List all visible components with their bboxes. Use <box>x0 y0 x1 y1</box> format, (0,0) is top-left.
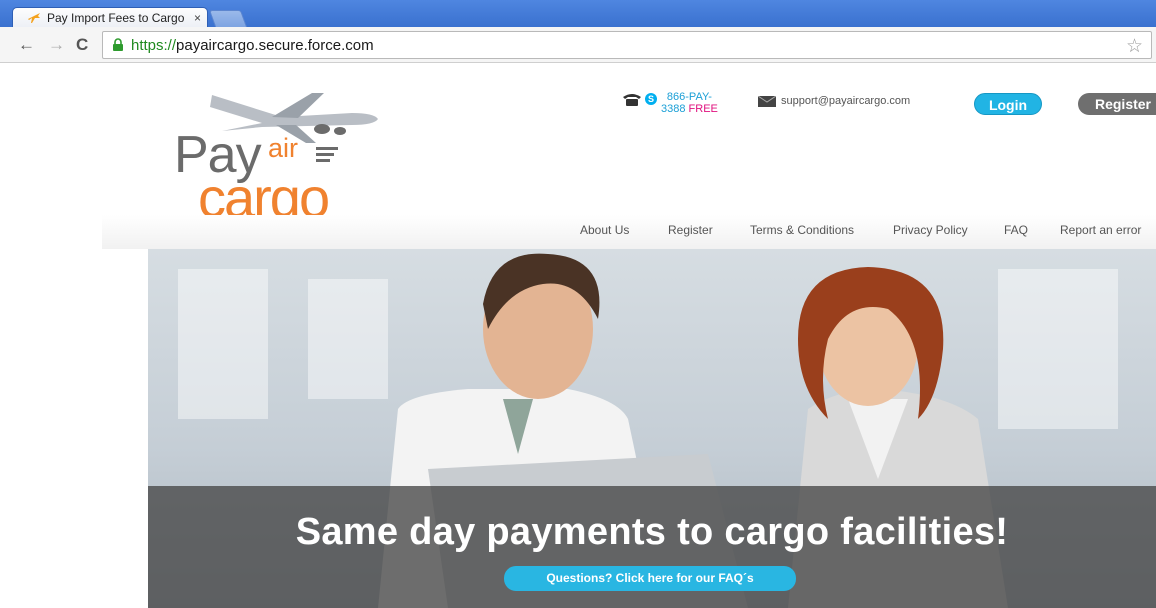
url-scheme: https:// <box>131 36 177 54</box>
phone-line-2: 3388 <box>661 103 686 115</box>
phone-contact: S 866-PAY- 3388 FREE <box>622 91 718 115</box>
payaircargo-logo[interactable]: Pay air cargo <box>168 87 388 229</box>
logo-air-text: air <box>268 133 299 163</box>
faq-cta-button[interactable]: Questions? Click here for our FAQ´s <box>504 566 796 591</box>
tab-close-icon[interactable]: × <box>194 11 201 25</box>
new-tab-button[interactable] <box>208 10 248 27</box>
telephone-icon <box>623 94 641 106</box>
reload-icon[interactable]: C <box>76 35 88 55</box>
envelope-icon <box>758 95 776 107</box>
nav-item-faq[interactable]: FAQ <box>1004 223 1028 237</box>
tab-title: Pay Import Fees to Cargo <box>47 11 185 25</box>
forward-arrow-icon[interactable]: → <box>48 35 65 55</box>
hero-banner-image: Same day payments to cargo facilities! Q… <box>148 249 1156 608</box>
login-button[interactable]: Login <box>974 93 1042 115</box>
browser-tab[interactable]: Pay Import Fees to Cargo × <box>12 7 208 28</box>
phone-number: 866-PAY- 3388 FREE <box>661 91 718 115</box>
page-content: Pay air cargo S 866-PAY- 3388 FREE suppo… <box>0 63 1156 608</box>
logo-speed-lines <box>316 147 338 165</box>
hero-heading: Same day payments to cargo facilities! <box>295 511 1009 553</box>
nav-item-register[interactable]: Register <box>668 223 713 237</box>
phone-line-1: 866-PAY- <box>666 91 712 103</box>
browser-tabstrip: Pay Import Fees to Cargo × <box>0 0 1156 28</box>
bookmark-star-icon[interactable]: ☆ <box>1126 35 1143 58</box>
nav-item-about-us[interactable]: About Us <box>580 223 629 237</box>
main-nav: About Us Register Terms & Conditions Pri… <box>102 215 1156 249</box>
skype-icon[interactable]: S <box>645 93 657 105</box>
email-contact[interactable]: support@payaircargo.com <box>758 95 910 107</box>
address-bar[interactable]: https://payaircargo.secure.force.com ☆ <box>102 31 1152 59</box>
url-text: https://payaircargo.secure.force.com <box>131 37 374 54</box>
email-address: support@payaircargo.com <box>781 95 911 107</box>
back-arrow-icon[interactable]: ← <box>18 35 35 55</box>
browser-toolbar: ← → C https://payaircargo.secure.force.c… <box>0 27 1156 63</box>
nav-item-privacy[interactable]: Privacy Policy <box>893 223 968 237</box>
register-button[interactable]: Register <box>1078 93 1156 115</box>
url-host: payaircargo.secure.force.com <box>176 36 374 54</box>
nav-item-report-error[interactable]: Report an error <box>1060 223 1141 237</box>
nav-item-terms[interactable]: Terms & Conditions <box>750 223 854 237</box>
airplane-favicon-icon <box>28 13 40 23</box>
lock-icon <box>113 38 123 51</box>
phone-free-label: FREE <box>688 103 718 115</box>
